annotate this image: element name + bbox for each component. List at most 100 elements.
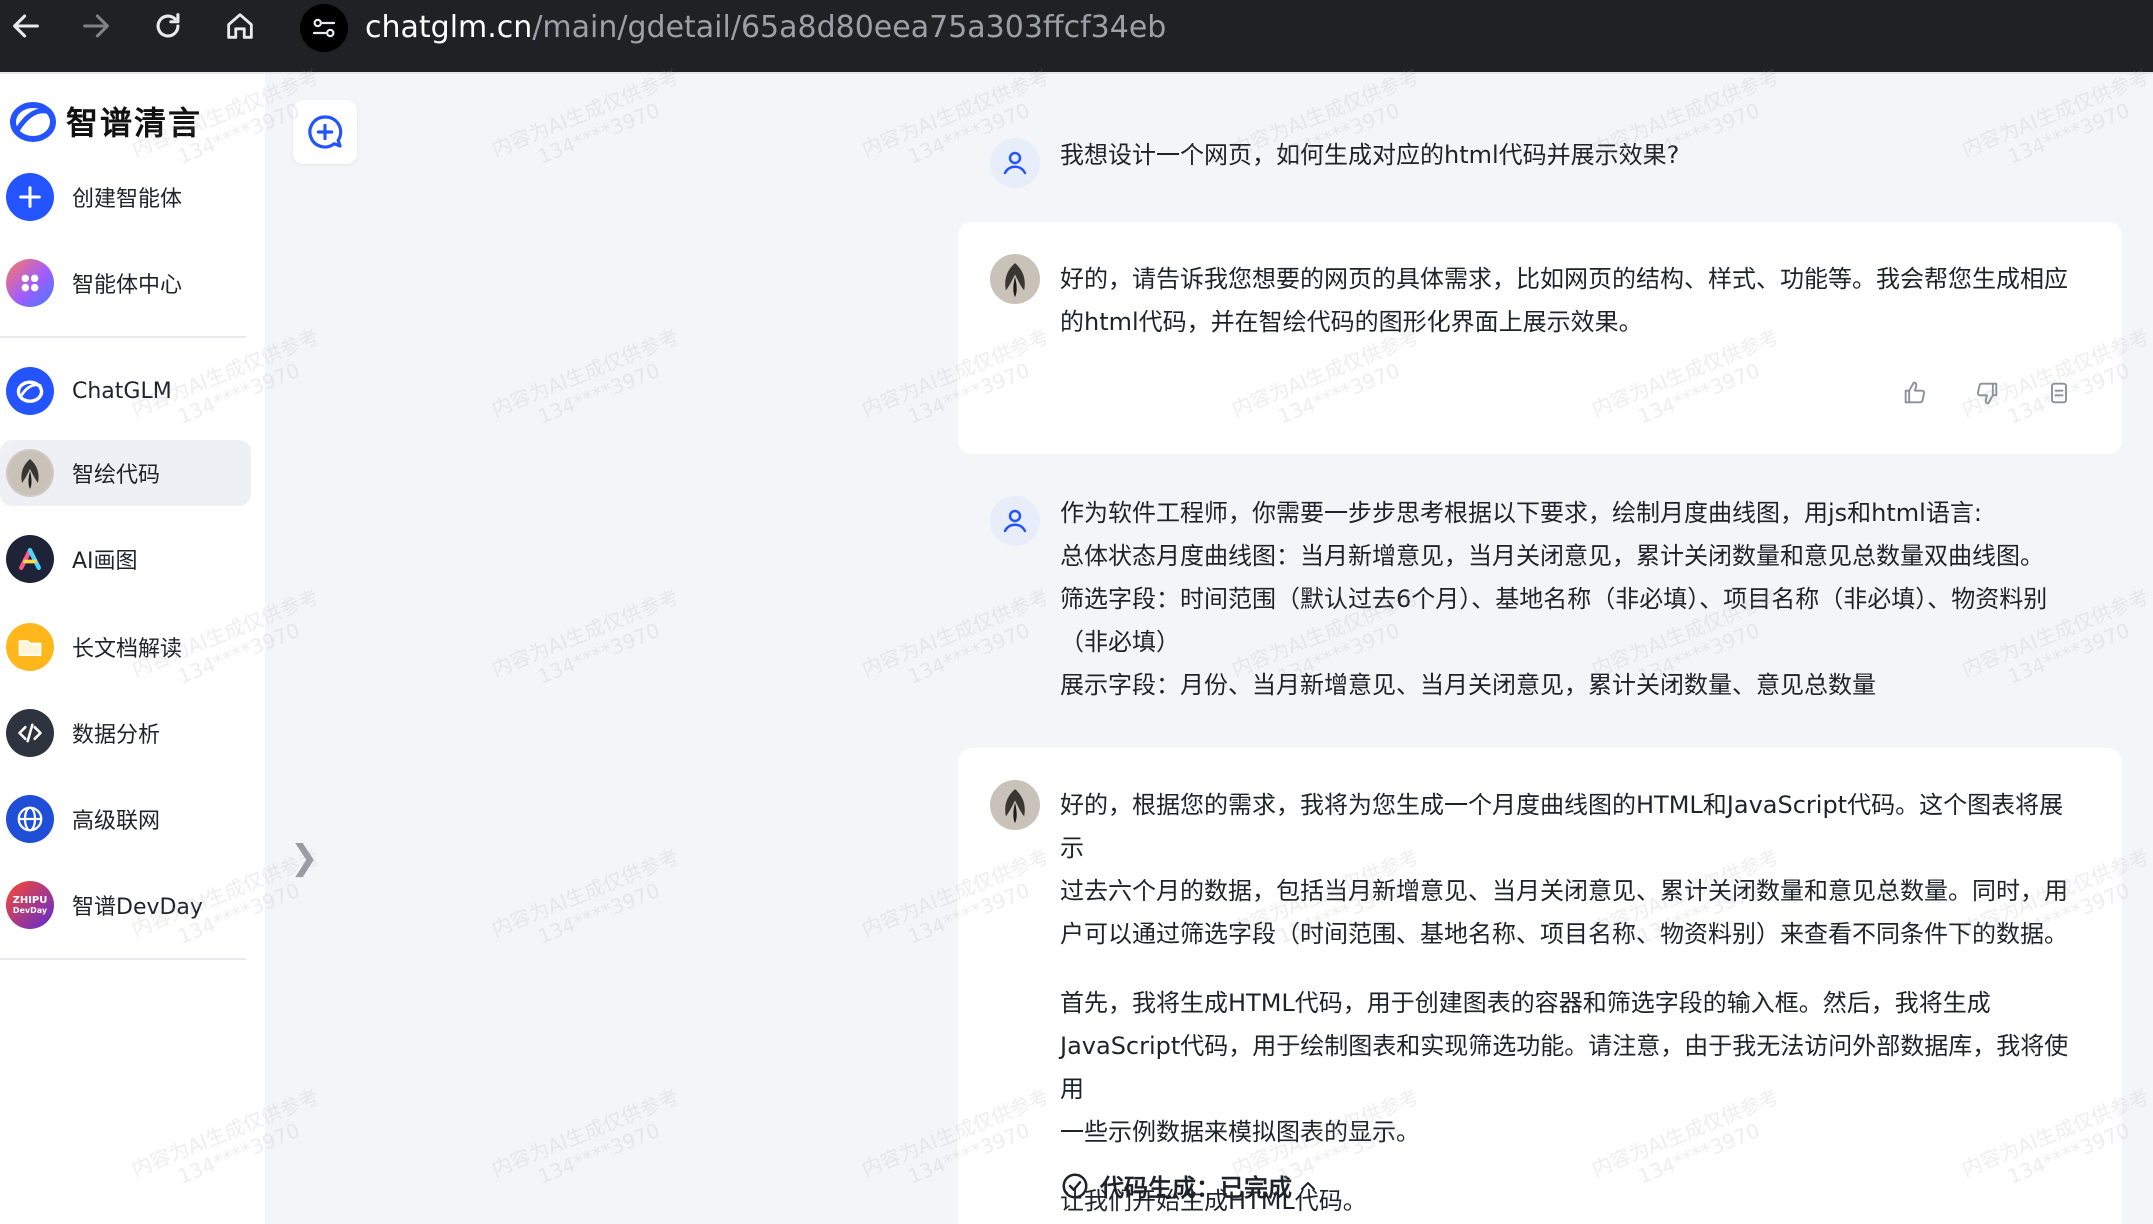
sidebar-item-label: 智绘代码 <box>72 463 161 488</box>
sidebar-item-long-doc[interactable]: 长文档解读 <box>0 614 251 680</box>
sidebar-item-label: 高级联网 <box>72 809 161 834</box>
address-bar[interactable]: chatglm.cn/main/gdetail/65a8d80eea75a303… <box>365 8 1166 48</box>
sidebar-divider <box>0 336 246 338</box>
watermark-line: 内容为AI生成仅供参考 <box>488 844 683 942</box>
reload-icon[interactable] <box>142 0 194 52</box>
site-settings-icon[interactable] <box>300 4 348 52</box>
sidebar-item-label: ChatGLM <box>72 378 172 404</box>
watermark: 内容为AI生成仅供参考134****3970 <box>488 844 691 963</box>
assistant-avatar-icon <box>990 780 1040 830</box>
watermark-line: 内容为AI生成仅供参考 <box>488 64 683 162</box>
sidebar-item-chatglm[interactable]: ChatGLM <box>0 358 251 424</box>
sidebar-item-zhihui-code[interactable]: 智绘代码 <box>0 440 251 506</box>
message-paragraph: 首先，我将生成HTML代码，用于创建图表的容器和筛选字段的输入框。然后，我将生成… <box>1060 982 2070 1154</box>
message-line: 总体状态月度曲线图：当月新增意见，当月关闭意见，累计关闭数量和意见总数量双曲线图… <box>1060 542 2044 570</box>
devday-logo-icon: ZHIPU DevDay <box>6 881 54 929</box>
message-line: 户可以通过筛选字段（时间范围、基地名称、项目名称、物资料别）来查看不同条件下的数… <box>1060 920 2068 948</box>
user-message: 我想设计一个网页，如何生成对应的html代码并展示效果? <box>990 134 2070 214</box>
sidebar-item-web-search[interactable]: 高级联网 <box>0 786 251 852</box>
watermark-line: 134****3970 <box>534 358 664 429</box>
user-avatar <box>990 138 1040 188</box>
sidebar: 智谱清言 创建智能体 智能体中心 ChatGLM 智绘代码 AI画图 长文档解读… <box>0 74 265 1224</box>
message-line: 好的，请告诉我您想要的网页的具体需求，比如网页的结构、样式、功能等。我会帮您生成… <box>1060 265 2068 293</box>
message-paragraph: 好的，根据您的需求，我将为您生成一个月度曲线图的HTML和JavaScript代… <box>1060 784 2070 956</box>
watermark: 内容为AI生成仅供参考134****3970 <box>488 584 691 703</box>
chrome-divider <box>0 72 2153 74</box>
sidebar-divider <box>0 958 246 960</box>
watermark-line: 134****3970 <box>534 98 664 169</box>
url-path: /main/gdetail/65a8d80eea75a303ffcf34eb <box>532 10 1167 45</box>
devday-logo-line1: ZHIPU <box>12 895 48 906</box>
message-line: 我想设计一个网页，如何生成对应的html代码并展示效果? <box>1060 141 1680 169</box>
sidebar-item-label: 创建智能体 <box>72 187 183 212</box>
message-line: 过去六个月的数据，包括当月新增意见、当月关闭意见、累计关闭数量和意见总数量。同时… <box>1060 877 2068 905</box>
watermark: 内容为AI生成仅供参考134****3970 <box>488 324 691 443</box>
copy-icon[interactable] <box>2042 376 2076 410</box>
message-line: 好的，根据您的需求，我将为您生成一个月度曲线图的HTML和JavaScript代… <box>1060 791 2064 862</box>
thumbs-up-icon[interactable] <box>1898 376 1932 410</box>
home-icon[interactable] <box>214 0 266 52</box>
chevron-up-icon <box>1301 1181 1315 1190</box>
message-actions <box>1898 376 2076 410</box>
watermark-line: 内容为AI生成仅供参考 <box>488 584 683 682</box>
assistant-message: 好的，请告诉我您想要的网页的具体需求，比如网页的结构、样式、功能等。我会帮您生成… <box>990 252 2070 352</box>
sidebar-item-agent-center[interactable]: 智能体中心 <box>0 250 251 316</box>
user-avatar <box>990 496 1040 546</box>
code-generation-status-text: 代码生成：已完成 <box>1100 1174 1292 1202</box>
message-line: 一些示例数据来模拟图表的显示。 <box>1060 1118 1420 1146</box>
message-line: 的html代码，并在智绘代码的图形化界面上展示效果。 <box>1060 308 1643 336</box>
user-icon <box>1003 151 1027 175</box>
watermark: 内容为AI生成仅供参考134****3970 <box>488 64 691 183</box>
message-line: 作为软件工程师，你需要一步步思考根据以下要求，绘制月度曲线图，用js和html语… <box>1060 499 1982 527</box>
forward-arrow-icon[interactable] <box>70 0 122 52</box>
url-host: chatglm.cn <box>365 10 533 45</box>
message-text: 作为软件工程师，你需要一步步思考根据以下要求，绘制月度曲线图，用js和html语… <box>1060 492 2070 707</box>
sidebar-item-devday[interactable]: ZHIPU DevDay 智谱DevDay <box>0 872 251 938</box>
sidebar-item-label: AI画图 <box>72 549 138 574</box>
sidebar-item-create-agent[interactable]: 创建智能体 <box>0 164 251 230</box>
check-circle-icon <box>1062 1173 1088 1198</box>
brand-logo-icon <box>10 102 56 142</box>
message-line: JavaScript代码，用于绘制图表和实现筛选功能。请注意，由于我无法访问外部… <box>1060 1032 2069 1103</box>
browser-toolbar: chatglm.cn/main/gdetail/65a8d80eea75a303… <box>0 0 2153 72</box>
brand-name: 智谱清言 <box>66 104 203 142</box>
message-line: （非必填） <box>1060 628 1180 656</box>
code-icon <box>6 709 54 757</box>
user-icon <box>1003 509 1027 533</box>
globe-icon <box>6 795 54 843</box>
watermark-line: 内容为AI生成仅供参考 <box>488 1084 683 1182</box>
message-text: 好的，请告诉我您想要的网页的具体需求，比如网页的结构、样式、功能等。我会帮您生成… <box>1060 258 2070 344</box>
watermark-line: 内容为AI生成仅供参考 <box>488 324 683 422</box>
watermark-line: 134****3970 <box>534 618 664 689</box>
assistant-avatar-icon <box>990 254 1040 304</box>
code-generation-status[interactable]: 代码生成：已完成 <box>1060 1168 1320 1203</box>
back-arrow-icon[interactable] <box>0 0 52 52</box>
watermark: 内容为AI生成仅供参考134****3970 <box>488 1084 691 1203</box>
plus-icon <box>6 173 54 221</box>
folder-icon <box>6 623 54 671</box>
sidebar-item-ai-drawing[interactable]: AI画图 <box>0 526 251 592</box>
sidebar-item-label: 智能体中心 <box>72 273 183 298</box>
watermark-line: 134****3970 <box>534 878 664 949</box>
thumbs-down-icon[interactable] <box>1970 376 2004 410</box>
devday-logo-line2: DevDay <box>12 906 48 915</box>
brand-logo[interactable]: 智谱清言 <box>8 96 202 146</box>
user-message: 作为软件工程师，你需要一步步思考根据以下要求，绘制月度曲线图，用js和html语… <box>990 492 2070 722</box>
ai-drawing-icon <box>6 535 54 583</box>
zhihui-code-avatar-icon <box>6 449 54 497</box>
sidebar-item-label: 数据分析 <box>72 723 161 748</box>
assistant-message: 好的，根据您的需求，我将为您生成一个月度曲线图的HTML和JavaScript代… <box>990 778 2070 1218</box>
assistant-avatar <box>990 780 1040 830</box>
expand-sidebar-chevron-icon[interactable]: ❯ <box>290 838 319 878</box>
sidebar-item-label: 智谱DevDay <box>72 895 203 920</box>
chatglm-logo-icon <box>6 367 54 415</box>
message-line: 展示字段：月份、当月新增意见、当月关闭意见，累计关闭数量、意见总数量 <box>1060 671 1876 699</box>
assistant-avatar <box>990 254 1040 304</box>
message-text: 好的，根据您的需求，我将为您生成一个月度曲线图的HTML和JavaScript代… <box>1060 784 2070 1223</box>
watermark-line: 134****3970 <box>534 1118 664 1189</box>
message-text: 我想设计一个网页，如何生成对应的html代码并展示效果? <box>1060 134 2070 177</box>
sidebar-item-label: 长文档解读 <box>72 637 183 662</box>
new-chat-button[interactable] <box>293 100 357 164</box>
sidebar-item-data-analysis[interactable]: 数据分析 <box>0 700 251 766</box>
message-line: 首先，我将生成HTML代码，用于创建图表的容器和筛选字段的输入框。然后，我将生成 <box>1060 989 1991 1017</box>
